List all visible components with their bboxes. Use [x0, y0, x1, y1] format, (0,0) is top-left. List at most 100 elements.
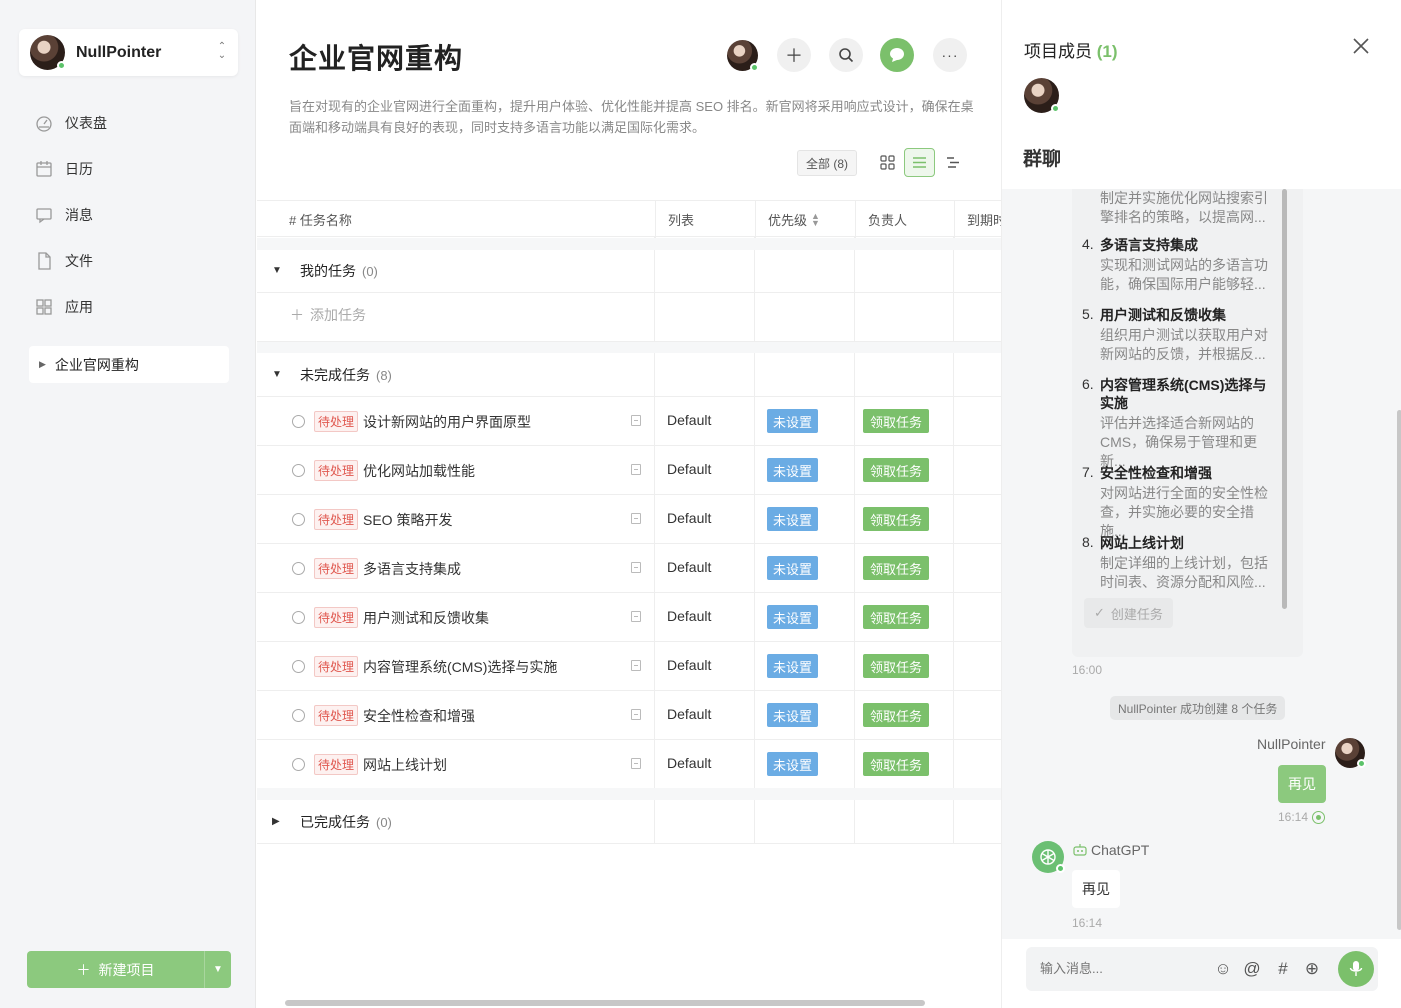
column-header-name[interactable]: # 任务名称: [277, 201, 352, 238]
sort-icon[interactable]: ▲ ▼: [811, 211, 820, 227]
claim-task-button[interactable]: 领取任务: [863, 458, 930, 482]
task-row[interactable]: 待处理 网站上线计划 Default 未设置 领取任务: [257, 740, 1001, 789]
voice-button[interactable]: [1338, 951, 1374, 987]
column-header-due[interactable]: 到期时: [954, 201, 1001, 238]
card-task-number: 6.: [1082, 376, 1094, 392]
task-complete-checkbox[interactable]: [292, 660, 305, 673]
status-badge: 待处理: [314, 754, 359, 775]
task-row[interactable]: 待处理 用户测试和反馈收集 Default 未设置 领取任务: [257, 593, 1001, 642]
note-icon[interactable]: [631, 513, 641, 524]
sidebar-item-calendar[interactable]: 日历: [35, 157, 93, 181]
task-complete-checkbox[interactable]: [292, 562, 305, 575]
chat-messages[interactable]: 3.SEO 策略开发制定并实施优化网站搜索引擎排名的策略，以提高网...4.多语…: [1002, 189, 1401, 939]
add-button[interactable]: ＋: [777, 38, 811, 72]
claim-task-button[interactable]: 领取任务: [863, 507, 930, 531]
task-complete-checkbox[interactable]: [292, 513, 305, 526]
priority-badge[interactable]: 未设置: [767, 556, 819, 580]
claim-task-button[interactable]: 领取任务: [863, 654, 930, 678]
caret-down-icon[interactable]: ▼: [272, 369, 282, 380]
new-project-dropdown[interactable]: ▼: [205, 951, 231, 988]
note-icon[interactable]: [631, 709, 641, 720]
bot-message-bubble[interactable]: 再见: [1072, 870, 1120, 908]
card-scrollbar[interactable]: [1282, 189, 1287, 609]
priority-badge[interactable]: 未设置: [767, 409, 819, 433]
caret-right-icon[interactable]: ▶: [272, 816, 280, 827]
task-complete-checkbox[interactable]: [292, 709, 305, 722]
sidebar-item-apps[interactable]: 应用: [35, 295, 93, 319]
column-header-list[interactable]: 列表: [655, 201, 755, 238]
caret-down-icon[interactable]: ▼: [272, 265, 282, 276]
column-header-assignee[interactable]: 负责人: [855, 201, 955, 238]
priority-badge[interactable]: 未设置: [767, 458, 819, 482]
priority-badge[interactable]: 未设置: [767, 605, 819, 629]
note-icon[interactable]: [631, 562, 641, 573]
hashtag-icon[interactable]: #: [1274, 959, 1292, 978]
sidebar-item-files[interactable]: 文件: [35, 249, 93, 273]
priority-badge[interactable]: 未设置: [767, 752, 819, 776]
group-my-tasks[interactable]: ▼ 我的任务 (0): [257, 249, 1001, 293]
priority-badge[interactable]: 未设置: [767, 703, 819, 727]
user-switcher[interactable]: NullPointer ⌃ ⌄: [19, 29, 238, 76]
caret-right-icon[interactable]: ▶: [39, 359, 46, 370]
task-row[interactable]: 待处理 SEO 策略开发 Default 未设置 领取任务: [257, 495, 1001, 544]
task-name[interactable]: 内容管理系统(CMS)选择与实施: [363, 657, 557, 677]
message-time: 16:14: [1278, 810, 1309, 824]
chevron-updown-icon[interactable]: ⌃ ⌄: [216, 42, 228, 62]
task-filter-button[interactable]: 全部 (8): [797, 150, 858, 176]
note-icon[interactable]: [631, 611, 641, 622]
task-name[interactable]: 优化网站加载性能: [363, 461, 475, 481]
task-name[interactable]: SEO 策略开发: [363, 510, 452, 530]
priority-badge[interactable]: 未设置: [767, 654, 819, 678]
horizontal-scrollbar[interactable]: [285, 1000, 925, 1006]
chat-button[interactable]: [880, 38, 914, 72]
task-list-name: Default: [667, 657, 712, 673]
view-list-button[interactable]: [904, 148, 935, 177]
sidebar-project-item[interactable]: ▶ 企业官网重构: [29, 346, 229, 383]
task-complete-checkbox[interactable]: [292, 611, 305, 624]
close-icon[interactable]: [1351, 36, 1371, 56]
task-complete-checkbox[interactable]: [292, 464, 305, 477]
claim-task-button[interactable]: 领取任务: [863, 752, 930, 776]
claim-task-button[interactable]: 领取任务: [863, 409, 930, 433]
task-complete-checkbox[interactable]: [292, 758, 305, 771]
emoji-icon[interactable]: ☺: [1214, 959, 1232, 978]
task-name[interactable]: 安全性检查和增强: [363, 706, 475, 726]
task-name[interactable]: 多语言支持集成: [363, 559, 461, 579]
view-gantt-button[interactable]: [937, 148, 968, 177]
sidebar-item-dashboard[interactable]: 仪表盘: [35, 111, 107, 135]
task-list-name: Default: [667, 412, 712, 428]
note-icon[interactable]: [631, 464, 641, 475]
task-complete-checkbox[interactable]: [292, 415, 305, 428]
new-project-button[interactable]: ＋ 新建项目: [27, 951, 205, 988]
task-name[interactable]: 网站上线计划: [363, 755, 447, 775]
claim-task-button[interactable]: 领取任务: [863, 605, 930, 629]
search-button[interactable]: [829, 38, 863, 72]
note-icon[interactable]: [631, 415, 641, 426]
task-row[interactable]: 待处理 内容管理系统(CMS)选择与实施 Default 未设置 领取任务: [257, 642, 1001, 691]
task-name[interactable]: 用户测试和反馈收集: [363, 608, 489, 628]
note-icon[interactable]: [631, 758, 641, 769]
mention-icon[interactable]: @: [1243, 959, 1261, 978]
more-button[interactable]: ···: [933, 38, 967, 72]
task-row[interactable]: 待处理 安全性检查和增强 Default 未设置 领取任务: [257, 691, 1001, 740]
task-row[interactable]: 待处理 设计新网站的用户界面原型 Default 未设置 领取任务: [257, 397, 1001, 446]
create-task-button[interactable]: ✓ 创建任务: [1084, 598, 1173, 628]
group-spacer: [257, 788, 1001, 800]
claim-task-button[interactable]: 领取任务: [863, 703, 930, 727]
task-name[interactable]: 设计新网站的用户界面原型: [363, 412, 531, 432]
add-attachment-icon[interactable]: ⊕: [1303, 959, 1321, 978]
task-row[interactable]: 待处理 优化网站加载性能 Default 未设置 领取任务: [257, 446, 1001, 495]
priority-badge[interactable]: 未设置: [767, 507, 819, 531]
chat-scrollbar[interactable]: [1397, 410, 1401, 930]
message-input[interactable]: [1040, 961, 1190, 976]
add-task-button[interactable]: ＋ 添加任务: [290, 305, 366, 325]
task-row[interactable]: 待处理 多语言支持集成 Default 未设置 领取任务: [257, 544, 1001, 593]
sidebar-item-messages[interactable]: 消息: [35, 203, 93, 227]
column-header-priority[interactable]: 优先级 ▲ ▼: [755, 201, 855, 238]
note-icon[interactable]: [631, 660, 641, 671]
my-message-bubble[interactable]: 再见: [1278, 765, 1326, 803]
view-grid-button[interactable]: [872, 148, 903, 177]
claim-task-button[interactable]: 领取任务: [863, 556, 930, 580]
group-pending-tasks[interactable]: ▼ 未完成任务 (8): [257, 353, 1001, 397]
group-completed-tasks[interactable]: ▶ 已完成任务 (0): [257, 800, 1001, 844]
